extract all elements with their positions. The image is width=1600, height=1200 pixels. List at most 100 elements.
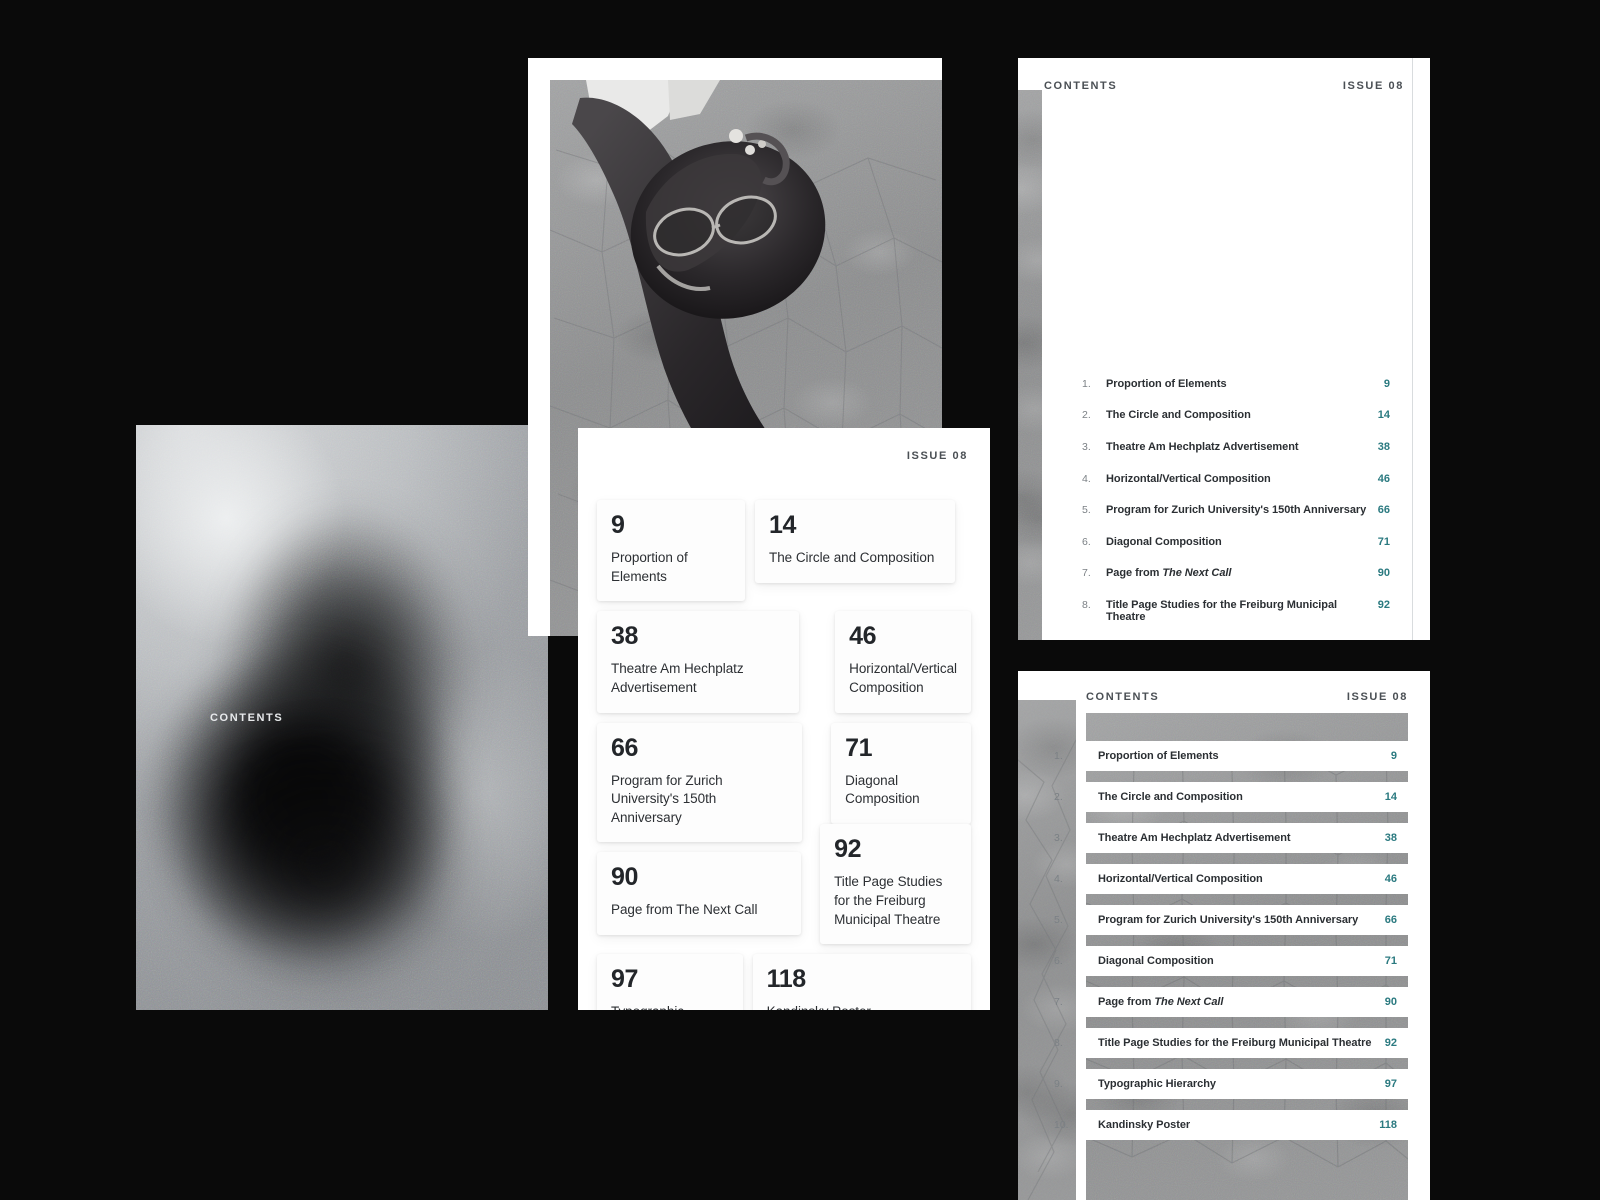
toc-entry-page: 97 xyxy=(1384,1078,1397,1090)
toc-entry-index: 1. xyxy=(1054,750,1063,762)
toc-entry-page: 118 xyxy=(1379,1119,1397,1131)
toc-entry-index: 5. xyxy=(1082,504,1091,517)
card-title: Typographic Hierarchy xyxy=(611,1003,729,1010)
toc-card[interactable]: 97 Typographic Hierarchy xyxy=(597,954,743,1010)
toc-entry-page: 92 xyxy=(1377,598,1390,611)
card-title: The Circle and Composition xyxy=(769,550,935,565)
toc-entry-page: 71 xyxy=(1384,955,1397,967)
toc-entry-index: 3. xyxy=(1054,832,1063,844)
toc-entry-title: Proportion of Elements xyxy=(1106,377,1227,390)
toc-entry-title: Diagonal Composition xyxy=(1106,535,1222,548)
toc-entry-page: 38 xyxy=(1377,440,1390,453)
toc-card[interactable]: 9 Proportion of Elements xyxy=(597,500,745,602)
strip-noise xyxy=(1018,90,1042,640)
toc-entry-title: Proportion of Elements xyxy=(1098,750,1219,762)
textured-toc-entry[interactable]: 1. Proportion of Elements 9 xyxy=(1054,741,1408,771)
textured-toc-entry[interactable]: 7. Page from The Next Call 90 xyxy=(1054,987,1408,1017)
card-page-number: 92 xyxy=(834,835,862,864)
card-page-number: 9 xyxy=(611,511,625,539)
card-row: 97 Typographic Hierarchy 118 Kandinsky P… xyxy=(597,954,971,1010)
toc-entry-page: 46 xyxy=(1377,472,1390,485)
toc-entry-index: 7. xyxy=(1082,567,1091,580)
toc-card[interactable]: 46 Horizontal/Vertical Composition xyxy=(835,611,971,713)
toc-entry-page: 46 xyxy=(1384,873,1397,885)
toc-entry-page: 14 xyxy=(1384,791,1397,803)
toc-entry-title: The Circle and Composition xyxy=(1098,791,1243,803)
toc-entry-index: 9. xyxy=(1054,1078,1063,1090)
card-page-number: 118 xyxy=(766,965,807,994)
toc-entry[interactable]: 4. Horizontal/Vertical Composition 46 xyxy=(1082,463,1390,495)
card-title: Diagonal Composition xyxy=(845,772,920,807)
card-title: Page from The Next Call xyxy=(611,902,758,918)
toc-entry-page: 9 xyxy=(1383,377,1390,390)
toc-entry-title: Title Page Studies for the Freiburg Muni… xyxy=(1098,1037,1372,1049)
toc-entry-index: 2. xyxy=(1054,791,1063,803)
toc-entry[interactable]: 7. Page from The Next Call 90 xyxy=(1082,558,1390,590)
toc-entry-title: Kandinsky Poster xyxy=(1098,1119,1191,1131)
vertical-rule xyxy=(1412,58,1413,640)
toc-entry-index: 1. xyxy=(1082,377,1091,390)
toc-entry-index: 4. xyxy=(1082,472,1091,485)
toc-entry-page: 90 xyxy=(1377,567,1390,580)
toc-card[interactable]: 66 Program for Zurich University's 150th… xyxy=(597,722,803,843)
toc-entry-page: 9 xyxy=(1390,750,1397,762)
card-page-number: 71 xyxy=(845,733,873,762)
textured-toc-entry[interactable]: 5. Program for Zurich University's 150th … xyxy=(1054,905,1408,935)
toc-entry[interactable]: 6. Diagonal Composition 71 xyxy=(1082,526,1390,558)
toc-entry[interactable]: 8. Title Page Studies for the Freiburg Mu… xyxy=(1082,589,1390,633)
textured-toc-list: 1. Proportion of Elements 9 2. The Circle an… xyxy=(1054,741,1408,1151)
toc-card[interactable]: 118 Kandinsky Poster xyxy=(752,954,971,1010)
toc-entry-page: 71 xyxy=(1377,535,1390,548)
toc-entry[interactable]: 1. Proportion of Elements 9 xyxy=(1082,368,1390,400)
toc-entry-title: Diagonal Composition xyxy=(1098,955,1214,967)
toc-entry-title: Page from The Next Call xyxy=(1106,567,1232,580)
toc-entry-title: Typographic Hierarchy xyxy=(1098,1078,1216,1090)
textured-toc-entry[interactable]: 6. Diagonal Composition 71 xyxy=(1054,946,1408,976)
toc-entry-index: 6. xyxy=(1082,535,1091,548)
toc-entry-page: 38 xyxy=(1384,832,1397,844)
cards-issue-label: ISSUE 08 xyxy=(906,450,968,462)
toc-card[interactable]: 71 Diagonal Composition xyxy=(831,722,971,824)
card-title: Title Page Studies for the Freiburg Muni… xyxy=(834,874,943,927)
edge-texture-strip xyxy=(1018,90,1042,640)
textured-toc-entry[interactable]: 4. Horizontal/Vertical Composition 46 xyxy=(1054,864,1408,894)
panel-plain-list-page[interactable]: CONTENTS ISSUE 08 1. Proportion of Elemen… xyxy=(1018,58,1430,640)
toc-entry-index: 4. xyxy=(1054,873,1063,885)
toc-entry[interactable]: 9.Typographic Hierarchy97 xyxy=(1082,633,1390,640)
card-page-number: 90 xyxy=(611,863,639,892)
textured-list-header: CONTENTS ISSUE 08 xyxy=(1086,691,1408,703)
toc-entry[interactable]: 5. Program for Zurich University's 150th … xyxy=(1082,494,1390,526)
toc-entry-index: 10. xyxy=(1054,1119,1069,1131)
toc-entry-title: Page from The Next Call xyxy=(1098,996,1224,1008)
card-page-number: 66 xyxy=(611,733,639,762)
textured-toc-entry[interactable]: 3. Theatre Am Hechplatz Advertisement 38 xyxy=(1054,823,1408,853)
textured-toc-entry[interactable]: 10. Kandinsky Poster 118 xyxy=(1054,1110,1408,1140)
panel-textured-list-page[interactable]: CONTENTS ISSUE 08 1. Proportion of Elemen… xyxy=(1018,671,1430,1200)
toc-entry-title: Program for Zurich University's 150th An… xyxy=(1106,504,1367,517)
textured-toc-entry[interactable]: 8. Title Page Studies for the Freiburg Mu… xyxy=(1054,1028,1408,1058)
tlist-issue-label: ISSUE 08 xyxy=(1346,691,1408,703)
toc-entry-index: 8. xyxy=(1054,1037,1063,1049)
toc-card[interactable]: 92 Title Page Studies for the Freiburg M… xyxy=(820,824,971,945)
toc-entry-index: 8. xyxy=(1082,598,1091,611)
card-title: Proportion of Elements xyxy=(611,550,688,584)
tlist-contents-label: CONTENTS xyxy=(1086,691,1160,703)
textured-toc-entry[interactable]: 2. The Circle and Composition 14 xyxy=(1054,782,1408,812)
toc-entry-title: Program for Zurich University's 150th An… xyxy=(1098,914,1359,926)
card-row: 9 Proportion of Elements 14 The Circle a… xyxy=(597,500,971,602)
list-contents-label: CONTENTS xyxy=(1044,80,1118,92)
panel-card-grid-page[interactable]: ISSUE 08 9 Proportion of Elements 14 The… xyxy=(578,428,990,1010)
toc-entry-title: Theatre Am Hechplatz Advertisement xyxy=(1098,832,1291,844)
panel-gradient-cover[interactable]: CONTENTS xyxy=(136,425,548,1010)
toc-card[interactable]: 38 Theatre Am Hechplatz Advertisement xyxy=(597,611,800,713)
card-page-number: 14 xyxy=(769,511,797,539)
toc-card[interactable]: 14 The Circle and Composition xyxy=(755,500,955,583)
list-issue-label: ISSUE 08 xyxy=(1342,80,1404,92)
toc-entry[interactable]: 3. Theatre Am Hechplatz Advertisement 38 xyxy=(1082,431,1390,463)
toc-card[interactable]: 90 Page from The Next Call xyxy=(597,852,802,935)
toc-entry-index: 3. xyxy=(1082,440,1091,453)
toc-entry[interactable]: 2. The Circle and Composition 14 xyxy=(1082,400,1390,432)
card-title: Horizontal/Vertical Composition xyxy=(849,661,957,695)
textured-toc-entry[interactable]: 9. Typographic Hierarchy 97 xyxy=(1054,1069,1408,1099)
toc-entry-page: 14 xyxy=(1377,409,1390,422)
